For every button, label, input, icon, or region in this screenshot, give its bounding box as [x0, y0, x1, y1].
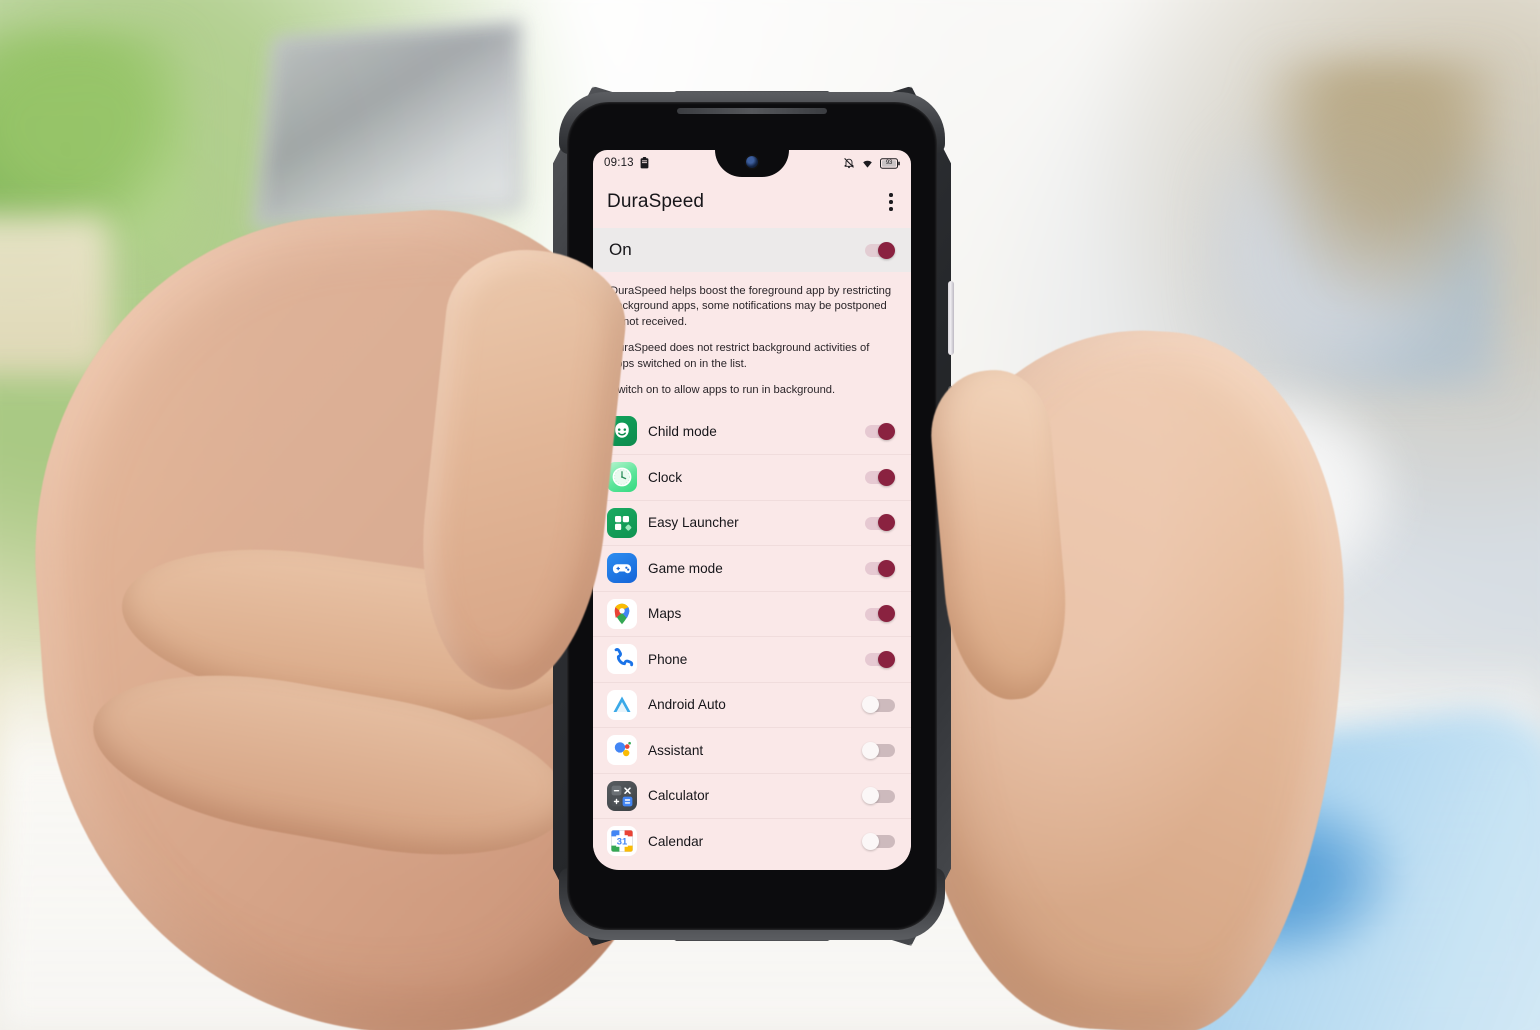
app-toggle[interactable] [862, 832, 895, 850]
list-item[interactable]: Child mode [593, 409, 911, 455]
app-bar: DuraSpeed [593, 176, 911, 228]
list-item[interactable]: Game mode [593, 545, 911, 591]
list-item[interactable]: 31 Calendar [593, 818, 911, 864]
list-item[interactable]: Clock [593, 454, 911, 500]
power-button[interactable] [948, 281, 954, 355]
notifications-muted-icon [843, 157, 855, 169]
svg-text:31: 31 [617, 836, 627, 847]
easy-launcher-icon [607, 507, 637, 538]
calendar-icon: 31 [607, 826, 637, 857]
master-switch-label: On [609, 240, 632, 259]
description-paragraph-1: DuraSpeed helps boost the foreground app… [610, 285, 892, 328]
battery-icon: 93 [880, 157, 900, 169]
earpiece-speaker [677, 108, 827, 114]
game-mode-icon [607, 553, 637, 584]
status-bar-clock: 09:13 [604, 157, 634, 169]
calculator-icon [607, 780, 637, 811]
clock-icon [607, 462, 637, 493]
app-toggle[interactable] [862, 468, 895, 486]
app-name: Android Auto [648, 697, 726, 713]
android-auto-icon [607, 689, 637, 720]
app-toggle[interactable] [862, 514, 895, 532]
battery-level: 93 [885, 160, 893, 166]
front-camera-icon [746, 156, 758, 168]
phone-screen[interactable]: 09:13 93 DuraSpeed On DuraSpeed helps bo… [593, 150, 911, 870]
app-toggle[interactable] [862, 605, 895, 623]
list-item[interactable]: Assistant [593, 727, 911, 773]
app-name: Phone [648, 651, 688, 667]
app-toggle[interactable] [862, 559, 895, 577]
clipboard-icon [640, 157, 649, 169]
list-item[interactable]: Easy Launcher [593, 499, 911, 546]
description-paragraph-2: DuraSpeed does not restrict background a… [610, 342, 870, 370]
app-toggle[interactable] [862, 422, 895, 440]
app-toggle[interactable] [862, 741, 895, 759]
assistant-icon [607, 735, 637, 766]
overflow-menu-icon[interactable] [885, 187, 897, 217]
master-switch-row[interactable]: On [593, 228, 911, 272]
tablet-on-desk [250, 19, 524, 231]
app-toggle[interactable] [862, 787, 895, 805]
app-toggle[interactable] [862, 650, 895, 668]
app-name: Maps [648, 606, 682, 622]
wifi-icon [861, 158, 874, 169]
app-name: Easy Launcher [648, 515, 739, 531]
smartphone-device: 09:13 93 DuraSpeed On DuraSpeed helps bo… [553, 86, 954, 946]
app-name: Calculator [648, 788, 710, 804]
maps-icon [607, 598, 637, 629]
app-name: Clock [648, 469, 682, 485]
plant-pot [0, 215, 110, 375]
app-list[interactable]: Child mode Clock Easy Launcher Game mode… [593, 408, 911, 864]
app-name: Game mode [648, 560, 723, 576]
list-item[interactable]: Android Auto [593, 681, 911, 728]
app-name: Assistant [648, 742, 704, 758]
phone-icon [607, 644, 637, 675]
page-title: DuraSpeed [607, 191, 705, 212]
app-toggle[interactable] [862, 696, 895, 714]
list-item[interactable]: Calculator [593, 772, 911, 819]
master-switch-toggle[interactable] [862, 241, 895, 259]
app-name: Child mode [648, 423, 717, 439]
list-item[interactable]: Phone [593, 636, 911, 682]
list-item[interactable]: Maps [593, 590, 911, 637]
description-paragraph-3: Switch on to allow apps to run in backgr… [610, 384, 836, 397]
description-block: DuraSpeed helps boost the foreground app… [593, 272, 911, 409]
blurred-objects-right [1200, 60, 1500, 390]
app-name: Calendar [648, 833, 704, 849]
